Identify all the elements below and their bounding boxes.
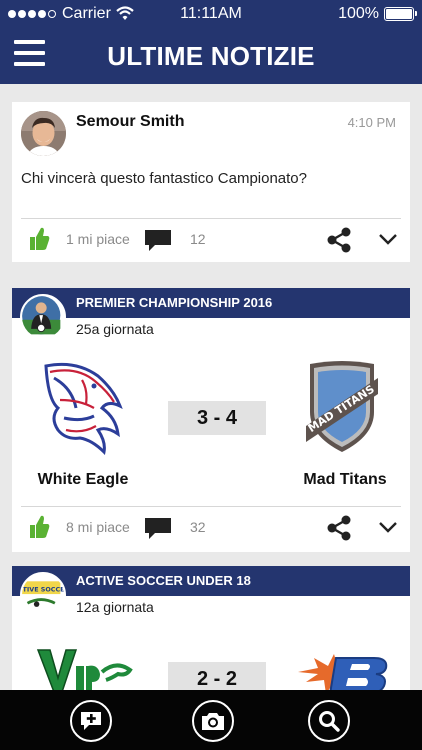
comment-icon[interactable] xyxy=(144,517,172,541)
white-eagle-logo-icon[interactable] xyxy=(36,360,126,455)
match-actions: 8 mi piace 32 xyxy=(12,507,410,547)
likes-count[interactable]: 8 mi piace xyxy=(66,519,130,535)
away-team-name[interactable]: Mad Titans xyxy=(270,471,420,489)
share-icon[interactable] xyxy=(326,515,352,541)
status-bar: Carrier 11:11AM 100% xyxy=(0,0,422,28)
like-icon[interactable] xyxy=(28,225,50,251)
battery-status: 100% xyxy=(338,5,417,23)
add-message-icon[interactable] xyxy=(70,700,112,742)
mad-titans-logo-icon[interactable]: MAD TITANS xyxy=(304,360,380,454)
match-card[interactable]: PREMIER CHAMPIONSHIP 2016 25a giornata 3… xyxy=(12,288,410,552)
league-logo-text: ACTIVE SOCCER xyxy=(22,585,64,593)
match-round: 12a giornata xyxy=(76,599,154,615)
avatar[interactable] xyxy=(21,111,66,156)
bottom-tab-bar xyxy=(0,690,422,750)
share-icon[interactable] xyxy=(326,227,352,253)
post-card: Semour Smith 4:10 PM Chi vincerà questo … xyxy=(12,102,410,262)
search-icon[interactable] xyxy=(308,700,350,742)
battery-icon xyxy=(384,7,417,21)
battery-percent: 100% xyxy=(338,5,379,22)
page-title: ULTIME NOTIZIE xyxy=(107,41,315,71)
league-banner[interactable]: ACTIVE SOCCER UNDER 18 xyxy=(12,566,410,596)
post-author[interactable]: Semour Smith xyxy=(76,113,184,131)
match-round: 25a giornata xyxy=(76,321,154,337)
match-score[interactable]: 3 - 4 xyxy=(168,401,266,435)
post-text: Chi vincerà questo fantastico Campionato… xyxy=(21,170,307,187)
comment-icon[interactable] xyxy=(144,229,172,253)
comments-count[interactable]: 12 xyxy=(190,231,206,247)
vipers-logo-icon[interactable] xyxy=(36,646,136,696)
like-icon[interactable] xyxy=(28,513,50,539)
camera-icon[interactable] xyxy=(192,700,234,742)
chevron-down-icon[interactable] xyxy=(378,521,398,533)
comments-count[interactable]: 32 xyxy=(190,519,206,535)
post-timestamp: 4:10 PM xyxy=(347,115,396,130)
league-logo[interactable]: ACTIVE SOCCER xyxy=(20,572,66,618)
league-logo[interactable] xyxy=(20,294,66,340)
home-team-name[interactable]: White Eagle xyxy=(8,471,158,489)
top-navigation-bar: Carrier 11:11AM 100% ULTIME NOTIZIE xyxy=(0,0,422,84)
post-actions: 1 mi piace 12 xyxy=(12,219,410,259)
league-banner[interactable]: PREMIER CHAMPIONSHIP 2016 xyxy=(12,288,410,318)
chevron-down-icon[interactable] xyxy=(378,233,398,245)
likes-count[interactable]: 1 mi piace xyxy=(66,231,130,247)
